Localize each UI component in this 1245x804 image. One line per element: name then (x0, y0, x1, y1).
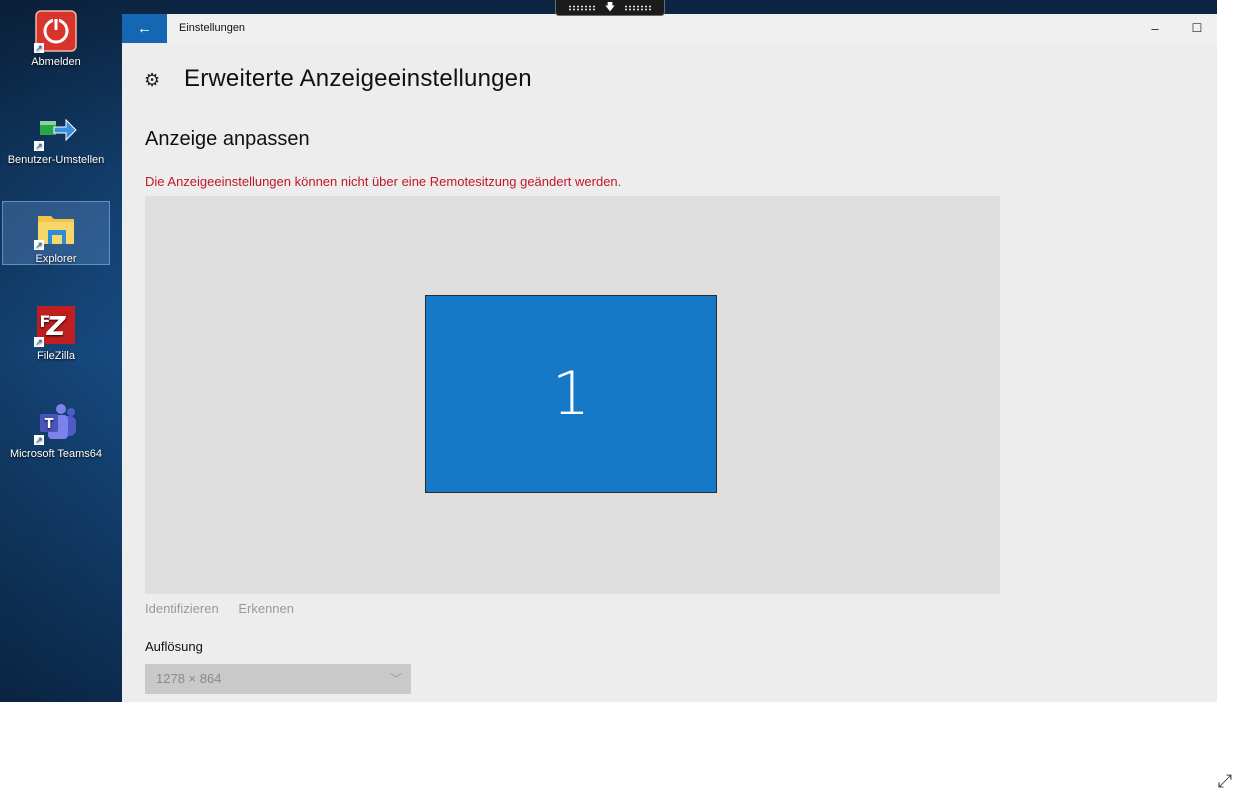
switch-user-icon: ↗ (34, 107, 78, 151)
title-bar[interactable]: ← Einstellungen – ☐ (122, 14, 1217, 43)
maximize-icon: ☐ (1191, 21, 1203, 35)
desktop-icon-microsoft-teams[interactable]: T ↗ Microsoft Teams64 (2, 397, 110, 461)
display-links: Identifizieren Erkennen (145, 601, 310, 616)
resolution-label: Auflösung (145, 639, 203, 654)
shortcut-arrow-icon: ↗ (34, 43, 44, 53)
svg-text:T: T (45, 417, 54, 432)
desktop-icon-label: Microsoft Teams64 (9, 448, 103, 460)
resize-icon[interactable]: ⤢ (1214, 770, 1236, 792)
shortcut-arrow-icon: ↗ (34, 141, 44, 151)
desktop-icon-filezilla[interactable]: Z F ↗ FileZilla (2, 299, 110, 363)
display-arrangement-area: 1 (145, 196, 1000, 594)
svg-text:F: F (40, 312, 51, 331)
chevron-down-icon: ﹀ (389, 672, 402, 686)
shortcut-arrow-icon: ↗ (34, 337, 44, 347)
desktop-icon-label: FileZilla (37, 350, 75, 362)
connection-bar[interactable]: 🡇 (555, 0, 665, 16)
back-button[interactable]: ← (122, 14, 167, 43)
remote-session-viewport[interactable]: 🡇 ↗ Abmelden ↗ Benutzer-Umstellen ↗ Expl… (0, 0, 1217, 702)
gear-icon: ⚙ (144, 70, 161, 90)
window-title: Einstellungen (179, 22, 246, 34)
desktop-icon-benutzer-umstellen[interactable]: ↗ Benutzer-Umstellen (2, 103, 110, 167)
connection-bar-grip[interactable] (567, 4, 596, 11)
desktop-icon-label: Explorer (35, 253, 77, 265)
shortcut-arrow-icon: ↗ (34, 435, 44, 445)
back-arrow-icon: ← (137, 20, 152, 37)
pin-icon[interactable]: 🡇 (605, 2, 615, 13)
monitor-number: 1 (551, 359, 591, 429)
filezilla-icon: Z F ↗ (34, 303, 78, 347)
page-title: Erweiterte Anzeigeeinstellungen (184, 65, 532, 92)
detect-link[interactable]: Erkennen (238, 601, 294, 616)
connection-bar-grip[interactable] (624, 4, 653, 11)
settings-window: ← Einstellungen – ☐ ⚙ Erweiterte Anzeige… (122, 14, 1217, 702)
shortcut-arrow-icon: ↗ (34, 240, 44, 250)
folder-icon: ↗ (34, 206, 78, 250)
desktop-icon-abmelden[interactable]: ↗ Abmelden (2, 5, 110, 69)
resolution-dropdown[interactable]: 1278 × 864 ﹀ (145, 664, 411, 694)
identify-link[interactable]: Identifizieren (145, 601, 219, 616)
minimize-icon: – (1151, 21, 1159, 36)
teams-icon: T ↗ (34, 401, 78, 445)
minimize-button[interactable]: – (1135, 14, 1175, 43)
desktop-icon-explorer[interactable]: ↗ Explorer (2, 201, 110, 265)
monitor-1[interactable]: 1 (425, 295, 717, 493)
section-title: Anzeige anpassen (145, 128, 310, 150)
resolution-value: 1278 × 864 (156, 671, 222, 686)
remote-session-warning: Die Anzeigeeinstellungen können nicht üb… (145, 174, 622, 189)
logoff-icon: ↗ (34, 9, 78, 53)
desktop-icon-label: Benutzer-Umstellen (7, 154, 105, 166)
desktop-icon-label: Abmelden (31, 56, 81, 68)
maximize-button[interactable]: ☐ (1177, 14, 1217, 43)
